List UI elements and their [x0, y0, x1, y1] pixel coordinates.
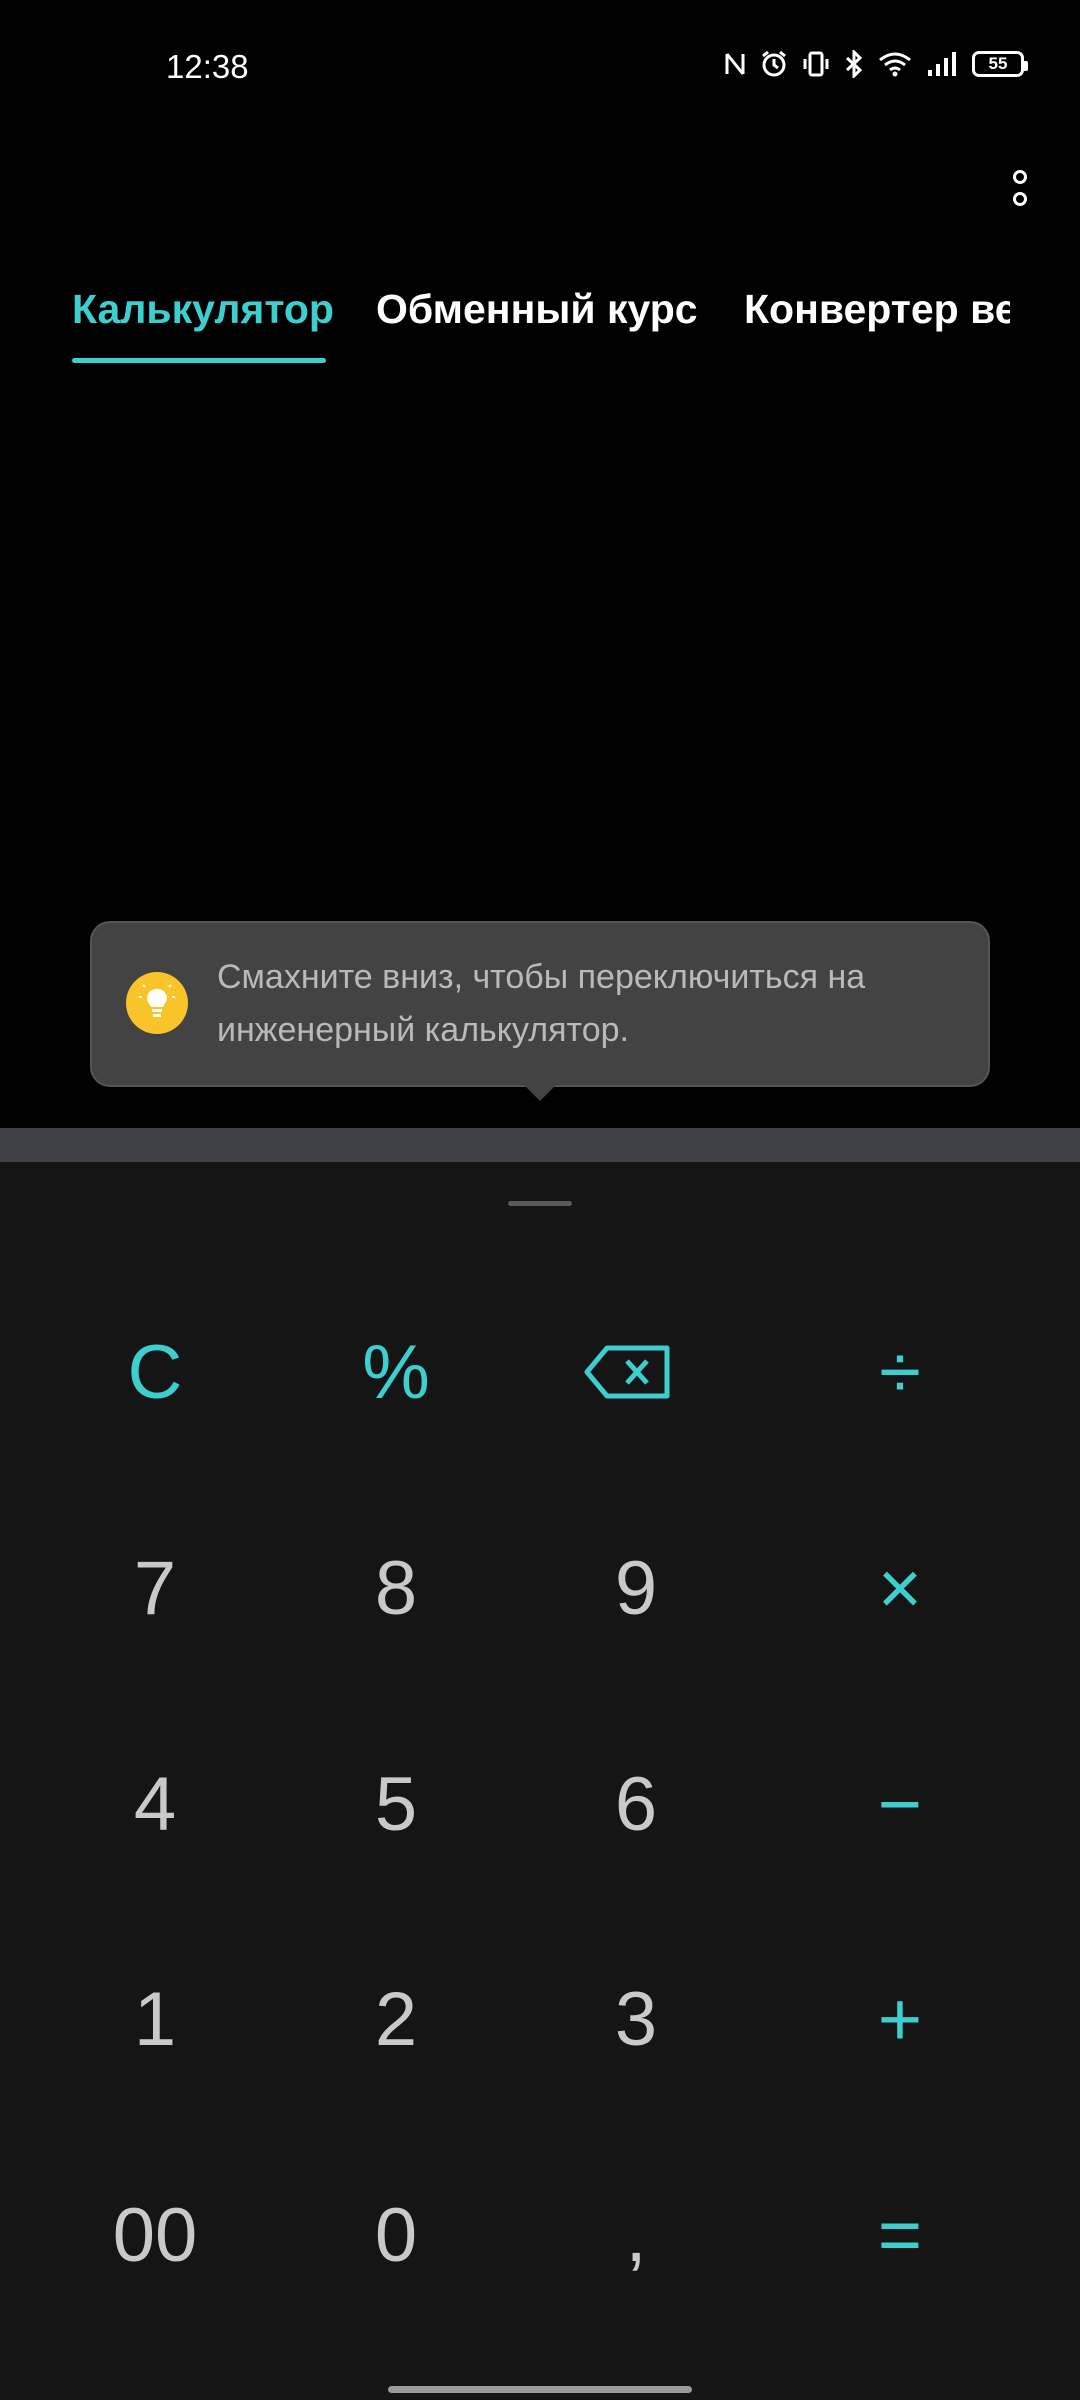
decimal-button[interactable]: ,	[536, 2160, 736, 2310]
clear-button[interactable]: C	[55, 1297, 255, 1447]
tab-indicator	[72, 358, 326, 363]
digit-7-button[interactable]: 7	[55, 1513, 255, 1663]
percent-button[interactable]: %	[296, 1297, 496, 1447]
vibrate-icon	[803, 51, 829, 77]
alarm-icon	[762, 50, 786, 77]
status-time: 12:38	[166, 48, 249, 85]
swipe-hint-tooltip[interactable]: Смахните вниз, чтобы переключиться на ин…	[90, 921, 990, 1087]
multiply-button[interactable]: ×	[800, 1513, 1000, 1663]
digit-6-button[interactable]: 6	[536, 1729, 736, 1879]
minus-button[interactable]: −	[800, 1729, 1000, 1879]
digit-8-button[interactable]: 8	[296, 1513, 496, 1663]
keypad: C % ÷ 7 8 9 × 4 5 6 − 1 2 3 + 00 0 , =	[0, 1162, 1080, 2400]
tooltip-line-2: инженерный калькулятор.	[217, 1011, 629, 1049]
digit-3-button[interactable]: 3	[536, 1944, 736, 2094]
digit-4-button[interactable]: 4	[55, 1729, 255, 1879]
digit-9-button[interactable]: 9	[536, 1513, 736, 1663]
digit-2-button[interactable]: 2	[296, 1944, 496, 2094]
status-bar: 12:38 55	[0, 0, 1080, 130]
digit-1-button[interactable]: 1	[55, 1944, 255, 2094]
backspace-button[interactable]	[528, 1297, 728, 1447]
tooltip-text: Смахните вниз, чтобы переключиться на ин…	[217, 951, 957, 1057]
tab-exchange-rate[interactable]: Обменный курс	[376, 286, 698, 333]
display-divider	[0, 1128, 1080, 1162]
status-icons: 55	[724, 50, 1028, 78]
nfc-icon	[725, 53, 745, 75]
divide-button[interactable]: ÷	[800, 1297, 1000, 1447]
tab-bar: Калькулятор Обменный курс Конвертер ве	[0, 270, 1010, 370]
tooltip-line-1: Смахните вниз, чтобы переключиться на	[217, 958, 866, 996]
bluetooth-icon	[845, 50, 863, 78]
tooltip-arrow	[522, 1083, 558, 1101]
double-zero-button[interactable]: 00	[55, 2160, 255, 2310]
drag-handle[interactable]	[508, 1201, 572, 1206]
digit-5-button[interactable]: 5	[296, 1729, 496, 1879]
battery-level: 55	[988, 54, 1008, 73]
plus-button[interactable]: +	[800, 1944, 1000, 2094]
home-indicator[interactable]	[388, 2386, 692, 2393]
wifi-icon	[879, 52, 911, 77]
backspace-icon	[584, 1345, 670, 1399]
tab-unit-converter[interactable]: Конвертер ве	[744, 286, 1010, 333]
tab-calculator[interactable]: Калькулятор	[72, 286, 334, 333]
lightbulb-icon	[126, 972, 188, 1034]
signal-icon	[928, 52, 956, 76]
more-dot-icon	[1013, 192, 1027, 206]
equals-button[interactable]: =	[800, 2160, 1000, 2310]
more-dot-icon	[1013, 170, 1027, 184]
battery-icon: 55	[972, 51, 1028, 77]
digit-0-button[interactable]: 0	[296, 2160, 496, 2310]
more-options-button[interactable]	[990, 160, 1050, 216]
